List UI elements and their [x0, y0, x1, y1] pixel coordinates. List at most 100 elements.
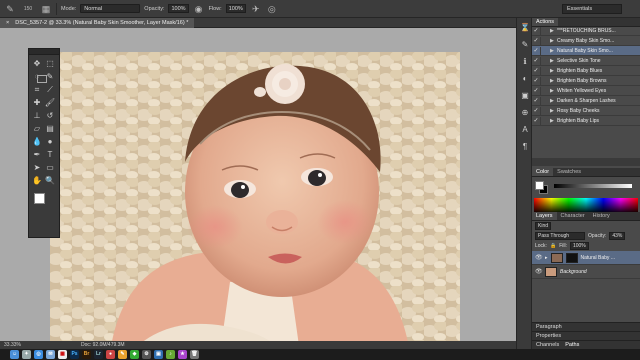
hand-tool-icon[interactable]: ✋	[31, 175, 43, 186]
eraser-tool-icon[interactable]: ▱	[31, 123, 43, 134]
action-enabled-check-icon[interactable]: ✓	[532, 57, 540, 64]
app-icon[interactable]: ★	[178, 350, 187, 359]
color-spectrum[interactable]	[534, 198, 638, 212]
tab-history[interactable]: History	[589, 212, 614, 220]
tab-layers[interactable]: Layers	[532, 212, 557, 220]
action-dialog-toggle[interactable]	[540, 106, 548, 115]
fill-field[interactable]: 100%	[569, 242, 589, 250]
visibility-eye-icon[interactable]: 👁	[535, 254, 543, 261]
expand-triangle-icon[interactable]: ▶	[550, 108, 557, 114]
action-item[interactable]: ✓ ▶ Darken & Sharpen Lashes	[532, 96, 640, 106]
paragraph-panel-tab[interactable]: Paragraph	[532, 322, 640, 331]
character-panel-icon[interactable]: A	[518, 123, 532, 137]
clone-stamp-tool-icon[interactable]: ⊥	[31, 110, 43, 121]
workspace-select[interactable]: Essentials	[562, 4, 622, 14]
document-tab[interactable]: × DSC_5357-2 @ 33.3% (Natural Baby Skin …	[0, 18, 195, 28]
app-icon[interactable]: ▣	[154, 350, 163, 359]
expand-triangle-icon[interactable]: ▶	[550, 88, 557, 94]
dodge-tool-icon[interactable]: ●	[44, 136, 56, 147]
brush-panel-toggle-icon[interactable]: ▦	[40, 3, 52, 15]
action-dialog-toggle[interactable]	[540, 116, 548, 125]
tab-paths[interactable]: Paths	[565, 341, 579, 349]
layer-name[interactable]: Background	[560, 269, 587, 275]
eyedropper-tool-icon[interactable]: ⟋	[44, 84, 56, 95]
action-dialog-toggle[interactable]	[540, 66, 548, 75]
action-dialog-toggle[interactable]	[540, 56, 548, 65]
action-enabled-check-icon[interactable]: ✓	[532, 77, 540, 84]
paragraph-panel-icon[interactable]: ¶	[518, 140, 532, 154]
expand-triangle-icon[interactable]: ▶	[550, 28, 557, 34]
zoom-tool-icon[interactable]: 🔍	[44, 175, 56, 186]
path-select-tool-icon[interactable]: ➤	[31, 162, 43, 173]
safari-icon[interactable]: ◎	[34, 350, 43, 359]
action-item[interactable]: ✓ ▶ Whiten Yellowed Eyes	[532, 86, 640, 96]
tab-actions[interactable]: Actions	[532, 18, 559, 26]
history-brush-tool-icon[interactable]: ↺	[44, 110, 56, 121]
history-panel-icon[interactable]: ⌛	[518, 21, 532, 35]
action-enabled-check-icon[interactable]: ✓	[532, 117, 540, 124]
photoshop-icon[interactable]: Ps	[70, 350, 79, 359]
pressure-size-icon[interactable]: ◎	[266, 3, 278, 15]
layer-row[interactable]: 👁 Background	[532, 265, 640, 279]
quick-mask-icon[interactable]	[37, 75, 47, 83]
healing-brush-tool-icon[interactable]: ✚	[31, 97, 43, 108]
pressure-opacity-icon[interactable]: ◉	[193, 3, 205, 15]
lock-icon[interactable]: 🔒	[550, 243, 556, 249]
blend-mode-select[interactable]: Pass Through	[535, 232, 585, 240]
action-dialog-toggle[interactable]	[540, 76, 548, 85]
action-dialog-toggle[interactable]	[540, 86, 548, 95]
color-panel-foreground-swatch[interactable]	[535, 181, 544, 190]
layer-row[interactable]: 👁 ▸ Natural Baby ...	[532, 251, 640, 265]
mode-select[interactable]: Normal	[80, 4, 141, 13]
flow-field[interactable]: 100%	[225, 4, 246, 13]
action-dialog-toggle[interactable]	[540, 96, 548, 105]
action-item[interactable]: ✓ ▶ Natural Baby Skin Smo...	[532, 46, 640, 56]
action-item[interactable]: ✓ ▶ Rosy Baby Cheeks	[532, 106, 640, 116]
layer-kind-filter[interactable]: Kind	[535, 222, 552, 230]
lightroom-icon[interactable]: Lr	[94, 350, 103, 359]
brush-tool-icon[interactable]: 🖌	[44, 97, 56, 108]
expand-triangle-icon[interactable]: ▶	[550, 98, 557, 104]
expand-triangle-icon[interactable]: ▶	[550, 48, 557, 54]
properties-panel-tab[interactable]: Properties	[532, 331, 640, 340]
marquee-tool-icon[interactable]: ⬚	[44, 58, 56, 69]
mail-icon[interactable]: ✉	[46, 350, 55, 359]
opacity-field[interactable]: 100%	[168, 4, 189, 13]
action-enabled-check-icon[interactable]: ✓	[532, 47, 540, 54]
blur-tool-icon[interactable]: 💧	[31, 136, 43, 147]
brush-size-picker[interactable]: 150	[20, 3, 36, 15]
visibility-eye-icon[interactable]: 👁	[535, 268, 543, 275]
app-icon[interactable]: ●	[106, 350, 115, 359]
action-item[interactable]: ✓ ▶ Creamy Baby Skin Smo...	[532, 36, 640, 46]
expand-triangle-icon[interactable]: ▶	[550, 118, 557, 124]
tab-close-icon[interactable]: ×	[6, 18, 9, 28]
gradient-tool-icon[interactable]: ▤	[44, 123, 56, 134]
canvas-area[interactable]	[0, 28, 516, 353]
brush-tool-preset-icon[interactable]: ✎	[4, 3, 16, 15]
expand-triangle-icon[interactable]: ▶	[550, 78, 557, 84]
styles-panel-icon[interactable]: ▣	[518, 89, 532, 103]
zoom-readout[interactable]: 33.33%	[4, 341, 21, 349]
action-item[interactable]: ✓ ▶ Selective Skin Tone	[532, 56, 640, 66]
expand-triangle-icon[interactable]: ▶	[550, 68, 557, 74]
brush-presets-icon[interactable]: ✎	[518, 38, 532, 52]
baby-photo[interactable]	[50, 52, 460, 353]
layer-name[interactable]: Natural Baby ...	[581, 255, 615, 261]
trash-icon[interactable]: 🗑	[190, 350, 199, 359]
action-enabled-check-icon[interactable]: ✓	[532, 67, 540, 74]
adjustments-panel-icon[interactable]: ◐	[518, 72, 532, 86]
action-dialog-toggle[interactable]	[540, 46, 548, 55]
action-dialog-toggle[interactable]	[540, 36, 548, 45]
action-item[interactable]: ✓ ▶ ***RETOUCHING BRUS...	[532, 26, 640, 36]
launchpad-icon[interactable]: ✦	[22, 350, 31, 359]
shape-tool-icon[interactable]: ▭	[44, 162, 56, 173]
airbrush-icon[interactable]: ✈	[250, 3, 262, 15]
action-item[interactable]: ✓ ▶ Brighten Baby Browns	[532, 76, 640, 86]
tab-character[interactable]: Character	[557, 212, 589, 220]
type-tool-icon[interactable]: T	[44, 149, 56, 160]
expand-triangle-icon[interactable]: ▶	[550, 58, 557, 64]
action-item[interactable]: ✓ ▶ Brighten Baby Lips	[532, 116, 640, 126]
pen-tool-icon[interactable]: ✒	[31, 149, 43, 160]
action-dialog-toggle[interactable]	[540, 26, 548, 35]
crop-tool-icon[interactable]: ⌗	[31, 84, 43, 95]
